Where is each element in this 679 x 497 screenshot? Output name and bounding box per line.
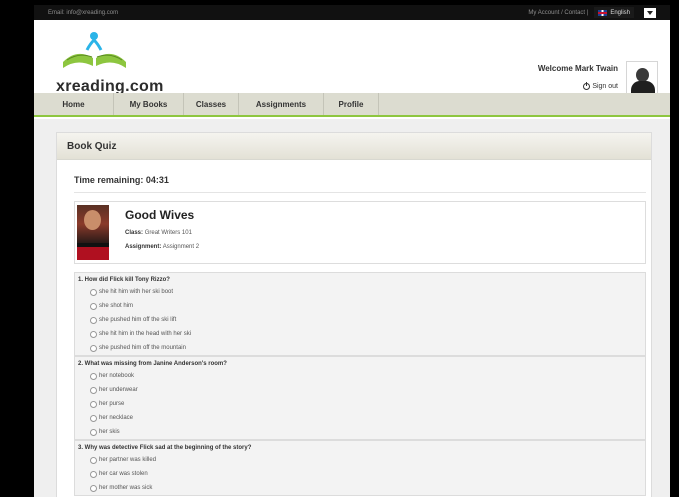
option-label: she hit him in the head with her ski	[99, 331, 192, 337]
book-info: Good Wives Class: Great Writers 101 Assi…	[74, 201, 646, 264]
answer-option[interactable]: her underwear	[75, 383, 645, 397]
answer-option[interactable]: her skis	[75, 425, 645, 439]
main-content: Book Quiz Time remaining: 04:31 Good Wiv…	[34, 119, 670, 497]
option-label: her underwear	[99, 387, 138, 393]
uk-flag-icon	[598, 9, 608, 16]
answer-option[interactable]: her mother was sick	[75, 481, 645, 495]
radio-button[interactable]	[90, 330, 97, 338]
book-cover-image	[77, 205, 109, 260]
radio-button[interactable]	[90, 456, 97, 464]
radio-button[interactable]	[90, 470, 97, 478]
quiz-panel: Book Quiz Time remaining: 04:31 Good Wiv…	[56, 132, 652, 497]
sign-out-link[interactable]: Sign out	[583, 81, 618, 90]
option-label: she pushed him off the mountain	[99, 345, 186, 351]
main-nav: Home My Books Classes Assignments Profil…	[34, 93, 670, 117]
answer-option[interactable]: she shot him	[75, 299, 645, 313]
radio-button[interactable]	[90, 414, 97, 422]
answer-option[interactable]: she pushed him off the ski lift	[75, 313, 645, 327]
question-text: 2. What was missing from Janine Anderson…	[78, 361, 227, 367]
question-2: 2. What was missing from Janine Anderson…	[74, 356, 646, 440]
radio-button[interactable]	[90, 386, 97, 394]
option-label: her purse	[99, 401, 125, 407]
option-label: her skis	[99, 429, 120, 435]
answer-option[interactable]: she pushed him off the mountain	[75, 341, 645, 355]
page-title: Book Quiz	[57, 133, 651, 160]
option-label: she shot him	[99, 303, 134, 309]
book-class: Class: Great Writers 101	[125, 230, 192, 236]
option-label: her necklace	[99, 415, 134, 421]
nav-profile[interactable]: Profile	[324, 93, 379, 115]
answer-option[interactable]: her notebook	[75, 369, 645, 383]
option-label: she pushed him off the ski lift	[99, 317, 177, 323]
option-label: her notebook	[99, 373, 135, 379]
radio-button[interactable]	[90, 316, 97, 324]
question-list: 1. How did Flick kill Tony Rizzo? she hi…	[74, 272, 646, 496]
radio-button[interactable]	[90, 344, 97, 352]
top-bar: Email: info@xreading.com My Account / Co…	[34, 5, 670, 20]
answer-option[interactable]: her partner was killed	[75, 453, 645, 467]
xreading-logo-icon[interactable]	[57, 30, 132, 70]
option-label: she hit him with her ski boot	[99, 289, 174, 295]
language-dropdown-icon[interactable]	[644, 7, 656, 18]
radio-button[interactable]	[90, 302, 97, 310]
contact-email: Email: info@xreading.com	[48, 9, 119, 16]
nav-assignments[interactable]: Assignments	[239, 93, 324, 115]
radio-button[interactable]	[90, 288, 97, 296]
welcome-message: Welcome Mark Twain	[537, 64, 618, 73]
question-text: 3. Why was detective Flick sad at the be…	[78, 445, 252, 451]
answer-option[interactable]: her necklace	[75, 411, 645, 425]
nav-my-books[interactable]: My Books	[114, 93, 184, 115]
nav-home[interactable]: Home	[34, 93, 114, 115]
radio-button[interactable]	[90, 372, 97, 380]
radio-button[interactable]	[90, 400, 97, 408]
option-label: her mother was sick	[99, 485, 153, 491]
sign-out-label: Sign out	[592, 83, 618, 90]
answer-option[interactable]: she hit him with her ski boot	[75, 285, 645, 299]
radio-button[interactable]	[90, 484, 97, 492]
class-label: Class:	[125, 230, 144, 236]
language-label: English	[610, 9, 630, 16]
assignment-label: Assignment:	[125, 244, 162, 250]
language-selector[interactable]: English	[594, 7, 634, 18]
power-icon	[583, 81, 591, 90]
question-text: 1. How did Flick kill Tony Rizzo?	[78, 277, 170, 283]
class-value: Great Writers 101	[144, 230, 192, 236]
divider	[74, 192, 646, 193]
assignment-value: Assignment 2	[162, 244, 200, 250]
book-title: Good Wives	[125, 208, 195, 222]
question-1: 1. How did Flick kill Tony Rizzo? she hi…	[74, 272, 646, 356]
nav-classes[interactable]: Classes	[184, 93, 239, 115]
avatar-head	[636, 68, 649, 82]
account-contact-links[interactable]: My Account / Contact |	[528, 10, 588, 16]
option-label: her partner was killed	[99, 457, 157, 463]
answer-option[interactable]: her purse	[75, 397, 645, 411]
time-remaining: Time remaining: 04:31	[74, 175, 169, 185]
book-assignment: Assignment: Assignment 2	[125, 244, 199, 250]
answer-option[interactable]: her car was stolen	[75, 467, 645, 481]
site-header: xreading.com Welcome Mark Twain Sign out	[34, 20, 670, 101]
question-3: 3. Why was detective Flick sad at the be…	[74, 440, 646, 496]
answer-option[interactable]: she hit him in the head with her ski	[75, 327, 645, 341]
radio-button[interactable]	[90, 428, 97, 436]
option-label: her car was stolen	[99, 471, 148, 477]
browser-viewport: Email: info@xreading.com My Account / Co…	[34, 5, 670, 497]
